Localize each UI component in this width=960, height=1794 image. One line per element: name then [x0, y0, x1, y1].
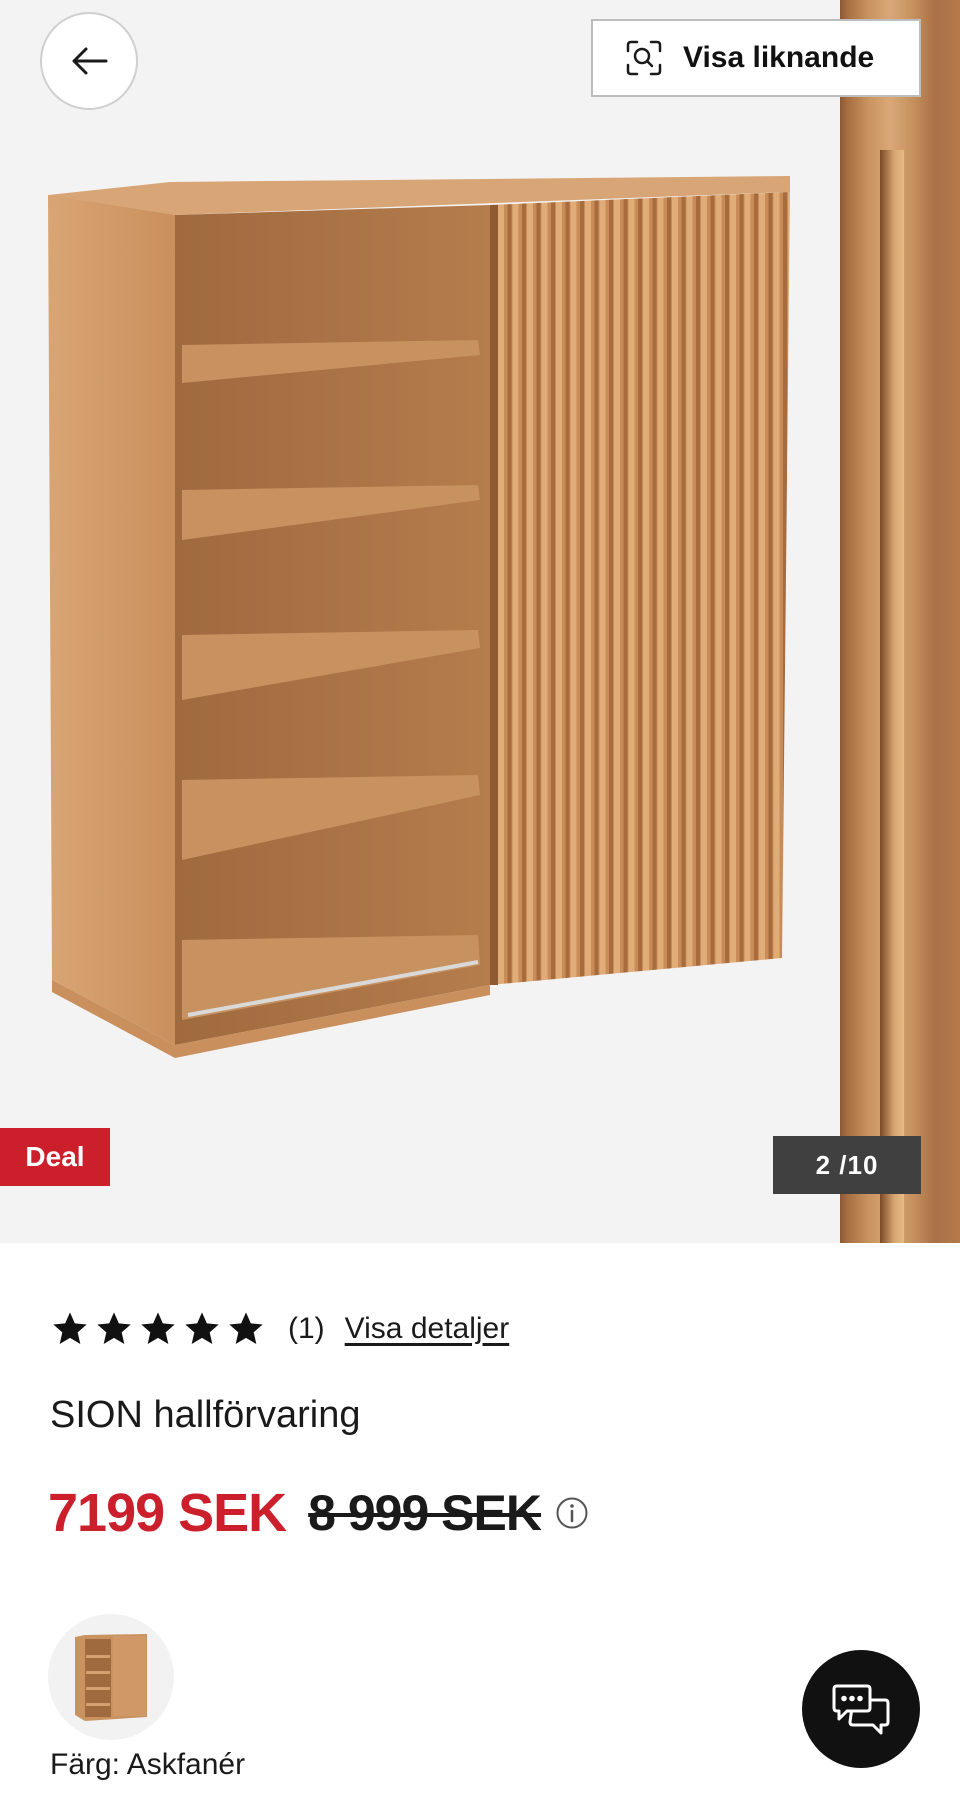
rating-stars[interactable]: [50, 1309, 266, 1349]
color-label: Färg: Askfanér: [50, 1748, 246, 1781]
star-icon: [97, 1312, 131, 1344]
product-title: SION hallförvaring: [50, 1394, 361, 1436]
product-image[interactable]: [0, 0, 840, 1243]
show-similar-label: Visa liknande: [683, 41, 875, 74]
rating-row: (1) Visa detaljer: [50, 1304, 509, 1354]
color-swatch-thumbnail: [75, 1634, 147, 1721]
show-details-link[interactable]: Visa detaljer: [345, 1312, 510, 1346]
info-icon[interactable]: [555, 1496, 589, 1530]
back-button[interactable]: [40, 12, 138, 110]
cabinet-illustration: [48, 176, 790, 1058]
show-similar-button[interactable]: Visa liknande: [591, 19, 921, 97]
current-price: 7199 SEK: [48, 1483, 287, 1543]
star-icon: [229, 1312, 263, 1344]
star-icon: [185, 1312, 219, 1344]
star-icon: [141, 1312, 175, 1344]
review-count: (1): [288, 1312, 325, 1345]
price-row: 7199 SEK 8 999 SEK: [48, 1478, 589, 1548]
product-image-gallery[interactable]: Visa liknande Deal 2 /10: [0, 0, 960, 1243]
visual-search-icon: [626, 40, 662, 76]
color-swatch[interactable]: [48, 1614, 174, 1740]
deal-badge: Deal: [0, 1128, 110, 1186]
image-counter: 2 /10: [773, 1136, 921, 1194]
star-icon: [53, 1312, 87, 1344]
original-price: 8 999 SEK: [308, 1485, 542, 1541]
chat-icon: [832, 1684, 890, 1735]
chat-button[interactable]: [802, 1650, 920, 1768]
arrow-left-icon: [72, 47, 108, 75]
next-product-image[interactable]: [840, 0, 960, 1243]
